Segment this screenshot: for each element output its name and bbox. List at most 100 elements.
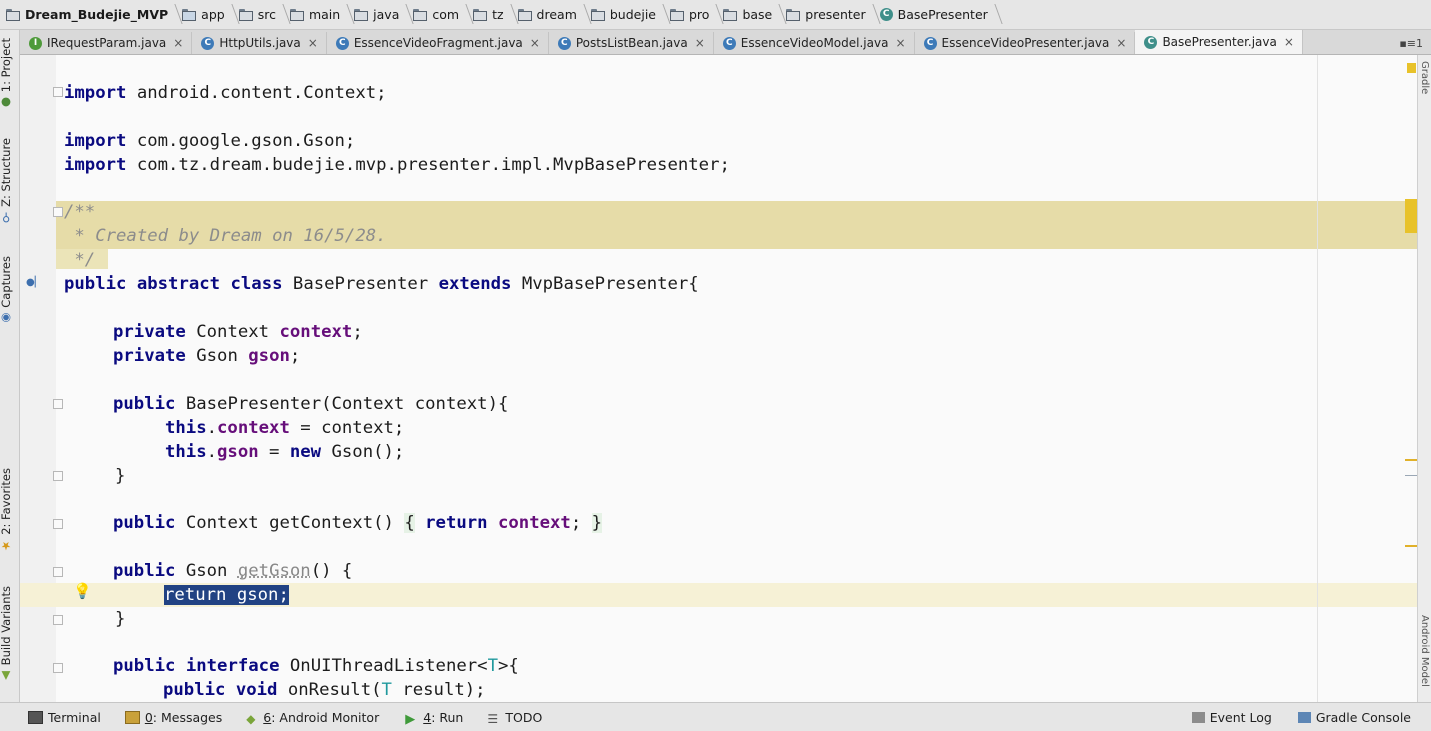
close-icon[interactable]: × [1116, 36, 1126, 50]
android-model-tool-button[interactable]: Android Model [1419, 615, 1430, 687]
gradle-tool-button[interactable]: Gradle [1419, 61, 1430, 94]
code-line: /** [64, 202, 96, 222]
folder-icon [289, 9, 304, 21]
code-line: } [115, 609, 126, 629]
event-log-button[interactable]: Event Log [1191, 703, 1282, 731]
android-icon: ▲ [0, 669, 13, 684]
code-line: import android.content.Context; [64, 83, 387, 103]
breadcrumb-item[interactable]: tz [467, 0, 511, 29]
code-line: */ [64, 250, 96, 270]
left-tool-strip: ● 1: Project ⚲ Z: Structure ◉ Captures ★… [0, 30, 20, 702]
tab-label: HttpUtils.java [219, 36, 301, 50]
close-icon[interactable]: × [530, 36, 540, 50]
structure-tool-button[interactable]: ⚲ Z: Structure [0, 138, 13, 225]
structure-tool-icon: ⚲ [0, 210, 13, 225]
breadcrumb-item[interactable]: Dream_Budejie_MVP [0, 0, 176, 29]
project-tool-button[interactable]: ● 1: Project [0, 38, 13, 110]
class-icon: C [923, 36, 937, 50]
breadcrumb-item[interactable]: com [407, 0, 467, 29]
tab-label: BasePresenter.java [1162, 35, 1277, 49]
close-icon[interactable]: × [308, 36, 318, 50]
messages-icon [124, 710, 140, 724]
breadcrumb-label: src [257, 7, 276, 22]
gradle-console-icon [1297, 711, 1311, 723]
breadcrumb-item[interactable]: app [176, 0, 233, 29]
favorites-tool-button[interactable]: ★ 2: Favorites [0, 468, 13, 553]
code-line: public Gson getGson() { [113, 561, 353, 581]
breadcrumb-label: app [201, 7, 225, 22]
class-icon: C [722, 36, 736, 50]
breadcrumb-item[interactable]: dream [512, 0, 585, 29]
breadcrumb-item[interactable]: src [233, 0, 284, 29]
code-line: public interface OnUIThreadListener<T>{ [113, 656, 519, 676]
tabs-overflow-button[interactable]: ▪≡1 [1391, 32, 1431, 54]
android-monitor-tool-button[interactable]: ◆ 6: Android Monitor [246, 703, 389, 731]
package-icon [590, 9, 605, 21]
editor-tab[interactable]: I IRequestParam.java × [20, 32, 193, 54]
breadcrumb-item[interactable]: C BasePresenter [874, 0, 996, 29]
breadcrumb-item[interactable]: main [284, 0, 348, 29]
project-tool-label: 1: Project [0, 38, 13, 93]
status-marker[interactable] [1407, 63, 1416, 73]
run-tool-button[interactable]: ▶ 4: Run [405, 703, 473, 731]
code-line: * Created by Dream on 16/5/28. [64, 226, 387, 246]
android-monitor-mnemonic: 6 [263, 709, 272, 725]
run-icon: ▶ [405, 711, 416, 727]
android-monitor-icon: ◆ [246, 711, 256, 726]
class-icon: C [557, 36, 571, 50]
build-variants-tool-button[interactable]: ▲ Build Variants [0, 586, 13, 683]
abstract-class-icon: C [879, 8, 893, 21]
breadcrumb-item[interactable]: java [348, 0, 407, 29]
right-tool-strip: Gradle Android Model [1417, 55, 1431, 702]
breadcrumb-item[interactable]: budejie [585, 0, 664, 29]
code-line: import com.google.gson.Gson; [64, 131, 356, 151]
event-log-icon [1191, 711, 1205, 723]
close-icon[interactable]: × [895, 36, 905, 50]
close-icon[interactable]: × [173, 36, 183, 50]
tab-label: EssenceVideoPresenter.java [941, 36, 1110, 50]
abstract-class-icon: C [1144, 35, 1158, 49]
selected-text[interactable]: return gson; [164, 585, 289, 605]
code-line: this.context = context; [165, 418, 405, 438]
package-icon [413, 9, 428, 21]
editor-tab[interactable]: C EssenceVideoFragment.java × [327, 32, 549, 54]
run-mnemonic: 4 [423, 709, 432, 725]
editor-tab[interactable]: C PostsListBean.java × [549, 32, 714, 54]
code-editor[interactable]: ●▏ 💡 import android.content.Context; imp… [20, 55, 1418, 702]
tab-label: PostsListBean.java [575, 36, 688, 50]
todo-tool-button[interactable]: ☰ TODO [487, 703, 552, 731]
breadcrumb-label: BasePresenter [897, 7, 988, 22]
messages-tool-button[interactable]: 0: Messages [124, 703, 232, 731]
breadcrumb-label: budejie [609, 7, 656, 22]
editor-tab[interactable]: C BasePresenter.java × [1135, 30, 1303, 54]
close-icon[interactable]: × [1284, 35, 1294, 49]
package-icon [517, 9, 532, 21]
breadcrumb-item[interactable]: base [717, 0, 780, 29]
navigation-breadcrumb: Dream_Budejie_MVP app src main java com tz drea… [0, 0, 1431, 30]
package-icon [786, 9, 801, 21]
breadcrumb-label: pro [689, 7, 710, 22]
tab-label: EssenceVideoFragment.java [353, 36, 523, 50]
folder-icon [238, 9, 253, 21]
breadcrumb-item[interactable]: presenter [780, 0, 873, 29]
package-icon [473, 9, 488, 21]
gradle-console-button[interactable]: Gradle Console [1297, 703, 1431, 731]
captures-tool-label: Captures [0, 256, 13, 308]
project-icon [6, 9, 20, 21]
editor-tab[interactable]: C EssenceVideoModel.java × [714, 32, 915, 54]
module-folder-icon [182, 9, 197, 21]
code-line: return gson; [164, 583, 289, 607]
todo-label: TODO [505, 709, 543, 725]
close-icon[interactable]: × [695, 36, 705, 50]
terminal-tool-button[interactable]: Terminal [28, 703, 111, 731]
breadcrumb-item[interactable]: pro [664, 0, 717, 29]
captures-tool-button[interactable]: ◉ Captures [0, 256, 13, 326]
code-text: import android.content.Context; import c… [20, 55, 1418, 702]
messages-label: : Messages [152, 709, 223, 725]
package-icon [723, 9, 738, 21]
editor-tab[interactable]: C HttpUtils.java × [192, 32, 327, 54]
editor-tab[interactable]: C EssenceVideoPresenter.java × [915, 32, 1136, 54]
code-line: public BasePresenter(Context context){ [113, 394, 509, 414]
tab-label: IRequestParam.java [47, 36, 167, 50]
breadcrumb-label: base [742, 7, 773, 22]
